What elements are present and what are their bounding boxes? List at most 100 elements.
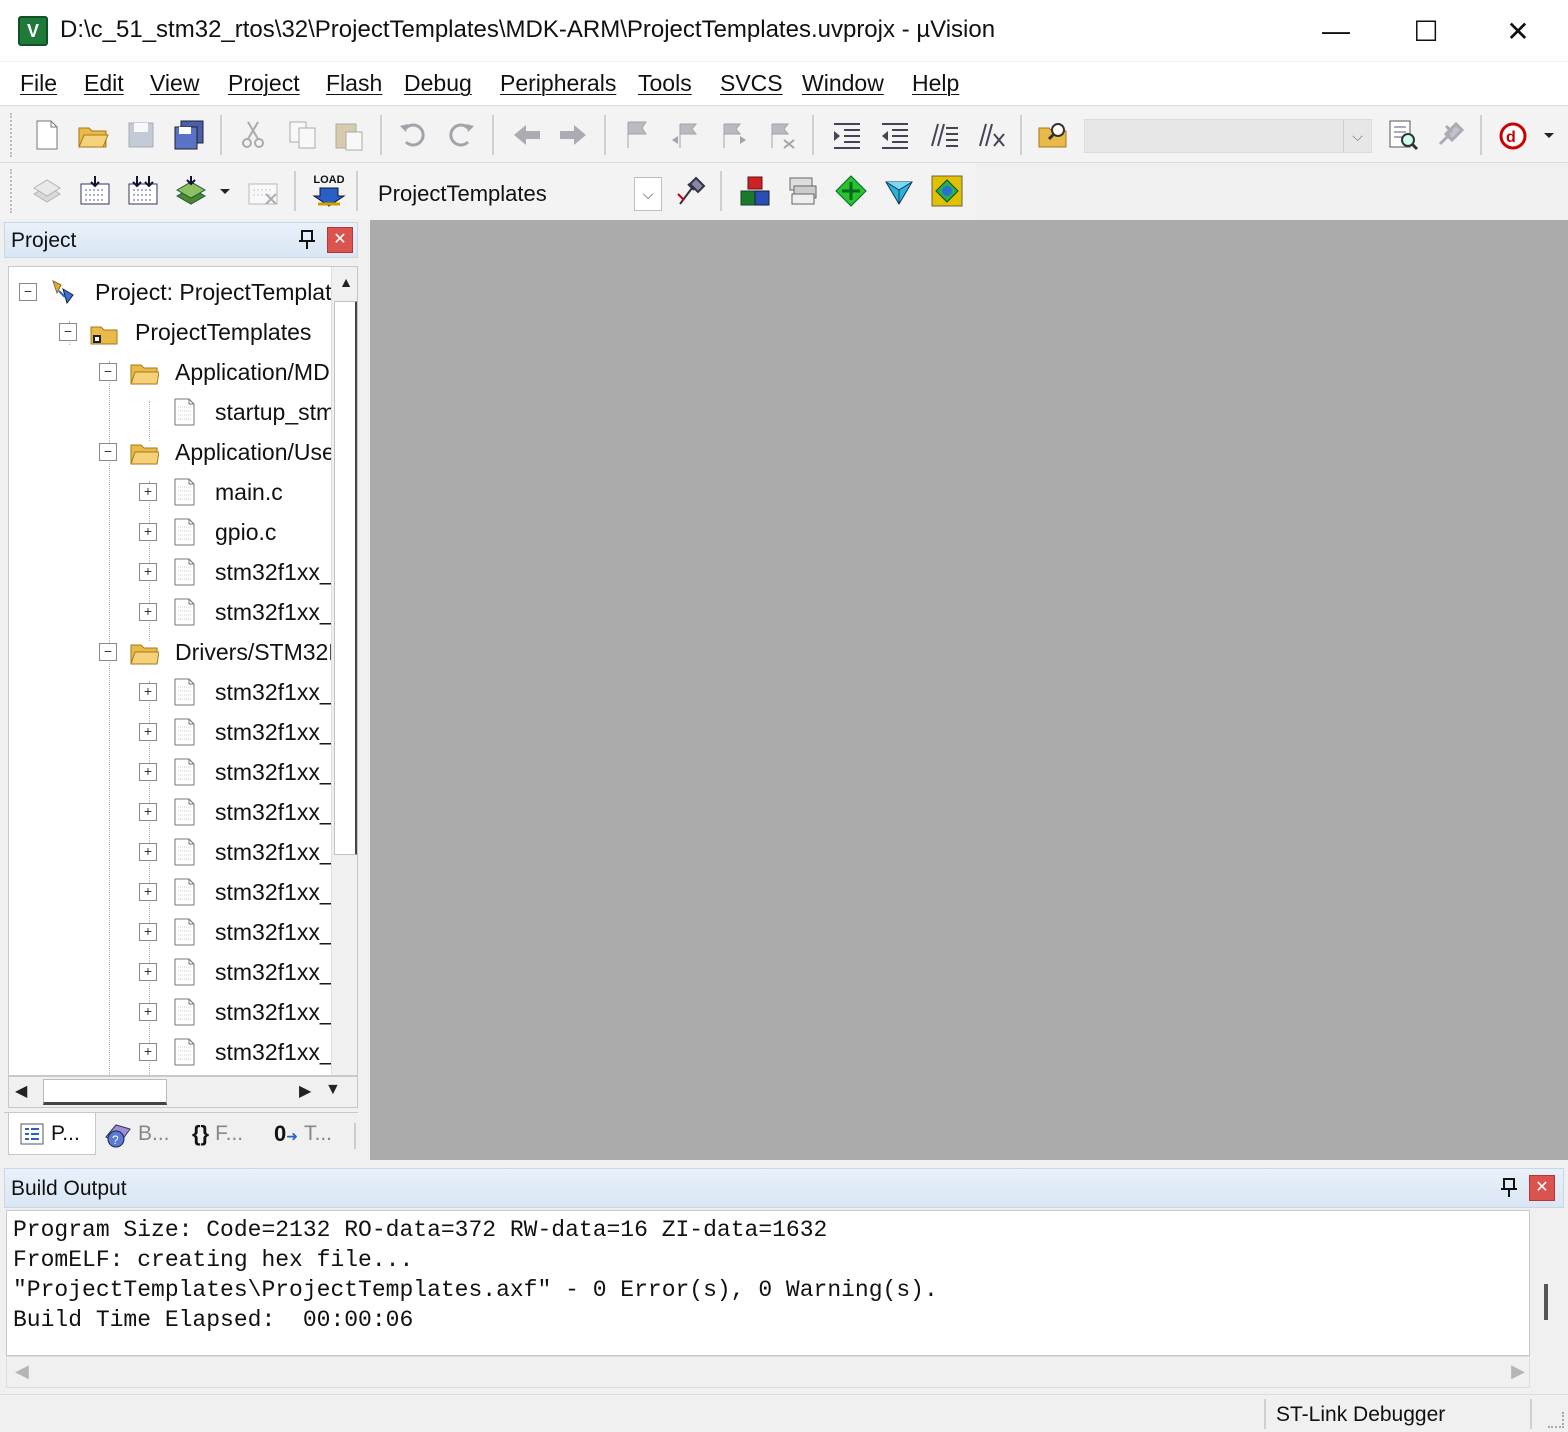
- tree-vertical-scrollbar[interactable]: ▲: [331, 267, 357, 1075]
- menu-window[interactable]: Window: [802, 70, 884, 97]
- open-file-icon[interactable]: [76, 118, 110, 152]
- chevron-down-icon[interactable]: ⌵: [1343, 120, 1371, 152]
- menu-file[interactable]: File: [20, 70, 57, 97]
- tree-item[interactable]: + main.c: [9, 473, 331, 513]
- tree-item[interactable]: − Project: ProjectTemplates: [9, 273, 356, 313]
- expand-icon[interactable]: +: [139, 843, 157, 861]
- expand-icon[interactable]: +: [139, 923, 157, 941]
- rebuild-icon[interactable]: [126, 174, 160, 208]
- undo-icon[interactable]: [396, 118, 430, 152]
- configure-icon[interactable]: d: [1496, 118, 1530, 152]
- comment-selection-icon[interactable]: [926, 118, 960, 152]
- collapse-icon[interactable]: −: [99, 643, 117, 661]
- resize-grip-icon[interactable]: [1548, 1412, 1564, 1428]
- toolbar-grip[interactable]: [10, 113, 14, 157]
- tree-item[interactable]: − ProjectTemplates: [9, 313, 331, 353]
- expand-icon[interactable]: +: [139, 803, 157, 821]
- build-icon[interactable]: [78, 174, 112, 208]
- tree-item[interactable]: + stm32f1xx_: [9, 793, 333, 833]
- indent-icon[interactable]: [830, 118, 864, 152]
- tree-horizontal-scrollbar[interactable]: ◀ ▶ ▼: [8, 1076, 358, 1108]
- menu-help[interactable]: Help: [912, 70, 959, 97]
- expand-icon[interactable]: +: [139, 683, 157, 701]
- pin-icon[interactable]: [297, 229, 317, 251]
- navigate-back-icon[interactable]: [510, 118, 544, 152]
- manage-project-items-icon[interactable]: [738, 174, 772, 208]
- close-panel-icon[interactable]: ✕: [327, 227, 353, 253]
- tab-templates[interactable]: 0➜ T...: [270, 1113, 354, 1155]
- tree-item[interactable]: −Drivers/STM32F1xx_HAL_Driver: [9, 633, 357, 673]
- tree-item[interactable]: + stm32f1xx_: [9, 673, 333, 713]
- uncomment-selection-icon[interactable]: [974, 118, 1008, 152]
- select-packs-icon[interactable]: [786, 174, 820, 208]
- editor-area[interactable]: [370, 220, 1568, 1160]
- close-window-button[interactable]: ✕: [1472, 0, 1564, 62]
- expand-icon[interactable]: +: [139, 1003, 157, 1021]
- next-bookmark-icon[interactable]: [716, 118, 750, 152]
- menu-tools[interactable]: Tools: [638, 70, 692, 97]
- component-viewer-icon[interactable]: [930, 174, 964, 208]
- tab-books[interactable]: ? B...: [100, 1113, 184, 1155]
- find-combo[interactable]: ⌵: [1084, 119, 1372, 153]
- expand-icon[interactable]: +: [139, 763, 157, 781]
- stop-build-icon[interactable]: [246, 174, 280, 208]
- expand-icon[interactable]: +: [139, 563, 157, 581]
- tree-item[interactable]: + stm32f1xx_: [9, 713, 333, 753]
- navigate-forward-icon[interactable]: [556, 118, 590, 152]
- tree-item[interactable]: + stm32f1xx_: [9, 753, 333, 793]
- menu-svcs[interactable]: SVCS: [720, 70, 783, 97]
- find-in-files-icon[interactable]: [1036, 118, 1070, 152]
- collapse-icon[interactable]: −: [99, 363, 117, 381]
- scroll-thumb[interactable]: [43, 1079, 167, 1105]
- scroll-up-arrow-icon[interactable]: ▲: [332, 267, 357, 297]
- scroll-thumb[interactable]: [1544, 1284, 1548, 1320]
- previous-bookmark-icon[interactable]: [668, 118, 702, 152]
- close-panel-icon[interactable]: ✕: [1529, 1175, 1555, 1201]
- expand-icon[interactable]: +: [139, 523, 157, 541]
- tree-item[interactable]: + stm32f1xx_: [9, 1033, 333, 1073]
- tree-item[interactable]: + gpio.c: [9, 513, 331, 553]
- expand-icon[interactable]: +: [139, 963, 157, 981]
- batch-build-dropdown-icon[interactable]: [212, 174, 236, 208]
- expand-icon[interactable]: +: [139, 723, 157, 741]
- save-icon[interactable]: [124, 118, 158, 152]
- copy-icon[interactable]: [286, 118, 320, 152]
- build-output-horizontal-scrollbar[interactable]: ◀ ▶: [6, 1356, 1530, 1388]
- chevron-down-icon[interactable]: ⌵: [634, 177, 662, 211]
- configure-dropdown-icon[interactable]: [1536, 118, 1560, 152]
- tree-item[interactable]: + stm32f1xx_: [9, 833, 333, 873]
- tab-project[interactable]: P...: [8, 1113, 96, 1155]
- manage-rte-icon[interactable]: [834, 174, 868, 208]
- clear-bookmarks-icon[interactable]: [764, 118, 798, 152]
- save-all-icon[interactable]: [172, 118, 206, 152]
- collapse-icon[interactable]: −: [19, 283, 37, 301]
- tree-item[interactable]: + stm32f1xx_: [9, 553, 333, 593]
- menu-edit[interactable]: Edit: [84, 70, 124, 97]
- unindent-icon[interactable]: [878, 118, 912, 152]
- cut-icon[interactable]: [236, 118, 270, 152]
- redo-icon[interactable]: [444, 118, 478, 152]
- debug-session-icon[interactable]: [1434, 118, 1468, 152]
- project-tree[interactable]: − Project: ProjectTemplates − ProjectTempla…: [8, 266, 358, 1076]
- tree-item[interactable]: − Application/User: [9, 433, 342, 473]
- target-select[interactable]: ProjectTemplates ⌵: [366, 175, 662, 213]
- collapse-icon[interactable]: −: [59, 323, 77, 341]
- scroll-left-arrow-icon[interactable]: ◀: [15, 1081, 27, 1101]
- scroll-thumb[interactable]: [334, 301, 357, 855]
- toolbar-grip[interactable]: [10, 169, 14, 213]
- menu-peripherals[interactable]: Peripherals: [500, 70, 616, 97]
- maximize-button[interactable]: ☐: [1380, 0, 1472, 62]
- uvision-app-icon[interactable]: V: [18, 16, 48, 46]
- scroll-left-arrow-icon[interactable]: ◀: [15, 1361, 29, 1382]
- menu-project[interactable]: Project: [228, 70, 300, 97]
- paste-icon[interactable]: [332, 118, 366, 152]
- tree-item[interactable]: + stm32f1xx_: [9, 913, 333, 953]
- menu-view[interactable]: View: [150, 70, 199, 97]
- scroll-right-arrow-icon[interactable]: ▶: [1511, 1361, 1525, 1382]
- collapse-icon[interactable]: −: [99, 443, 117, 461]
- build-output-vertical-scrollbar[interactable]: [1530, 1210, 1564, 1356]
- batch-build-icon[interactable]: [174, 174, 208, 208]
- new-file-icon[interactable]: [30, 118, 64, 152]
- tree-item[interactable]: startup_stm32f103xe.s: [9, 393, 357, 433]
- expand-icon[interactable]: +: [139, 483, 157, 501]
